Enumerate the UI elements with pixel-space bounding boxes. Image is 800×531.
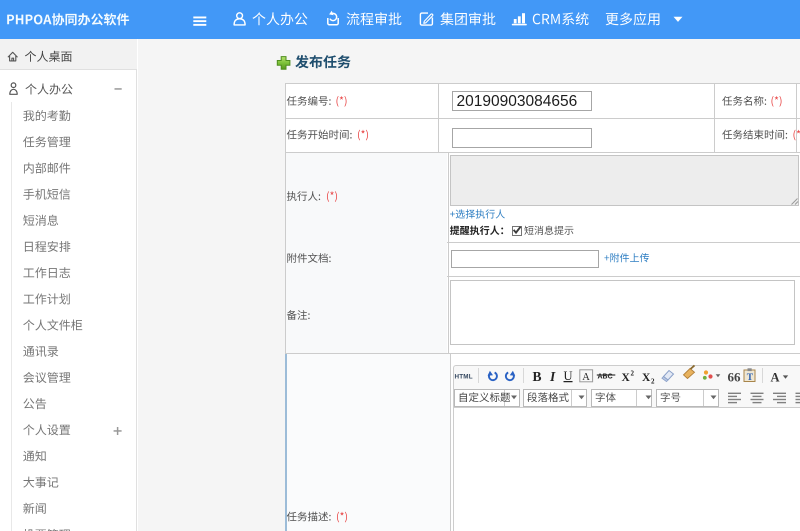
svg-text:HTML: HTML [455,374,473,381]
svg-text:2: 2 [651,378,655,386]
svg-text:A: A [771,371,780,385]
svg-text:20190903084656: 20190903084656 [457,93,578,110]
svg-text:B: B [533,369,542,384]
svg-text:2: 2 [631,370,635,378]
svg-text:I: I [549,369,556,384]
svg-text:U: U [564,369,573,383]
svg-text:X: X [642,372,651,384]
svg-text:X: X [622,372,631,384]
svg-text:T: T [747,373,754,383]
svg-text:66: 66 [728,370,742,385]
svg-text:A: A [582,372,590,383]
